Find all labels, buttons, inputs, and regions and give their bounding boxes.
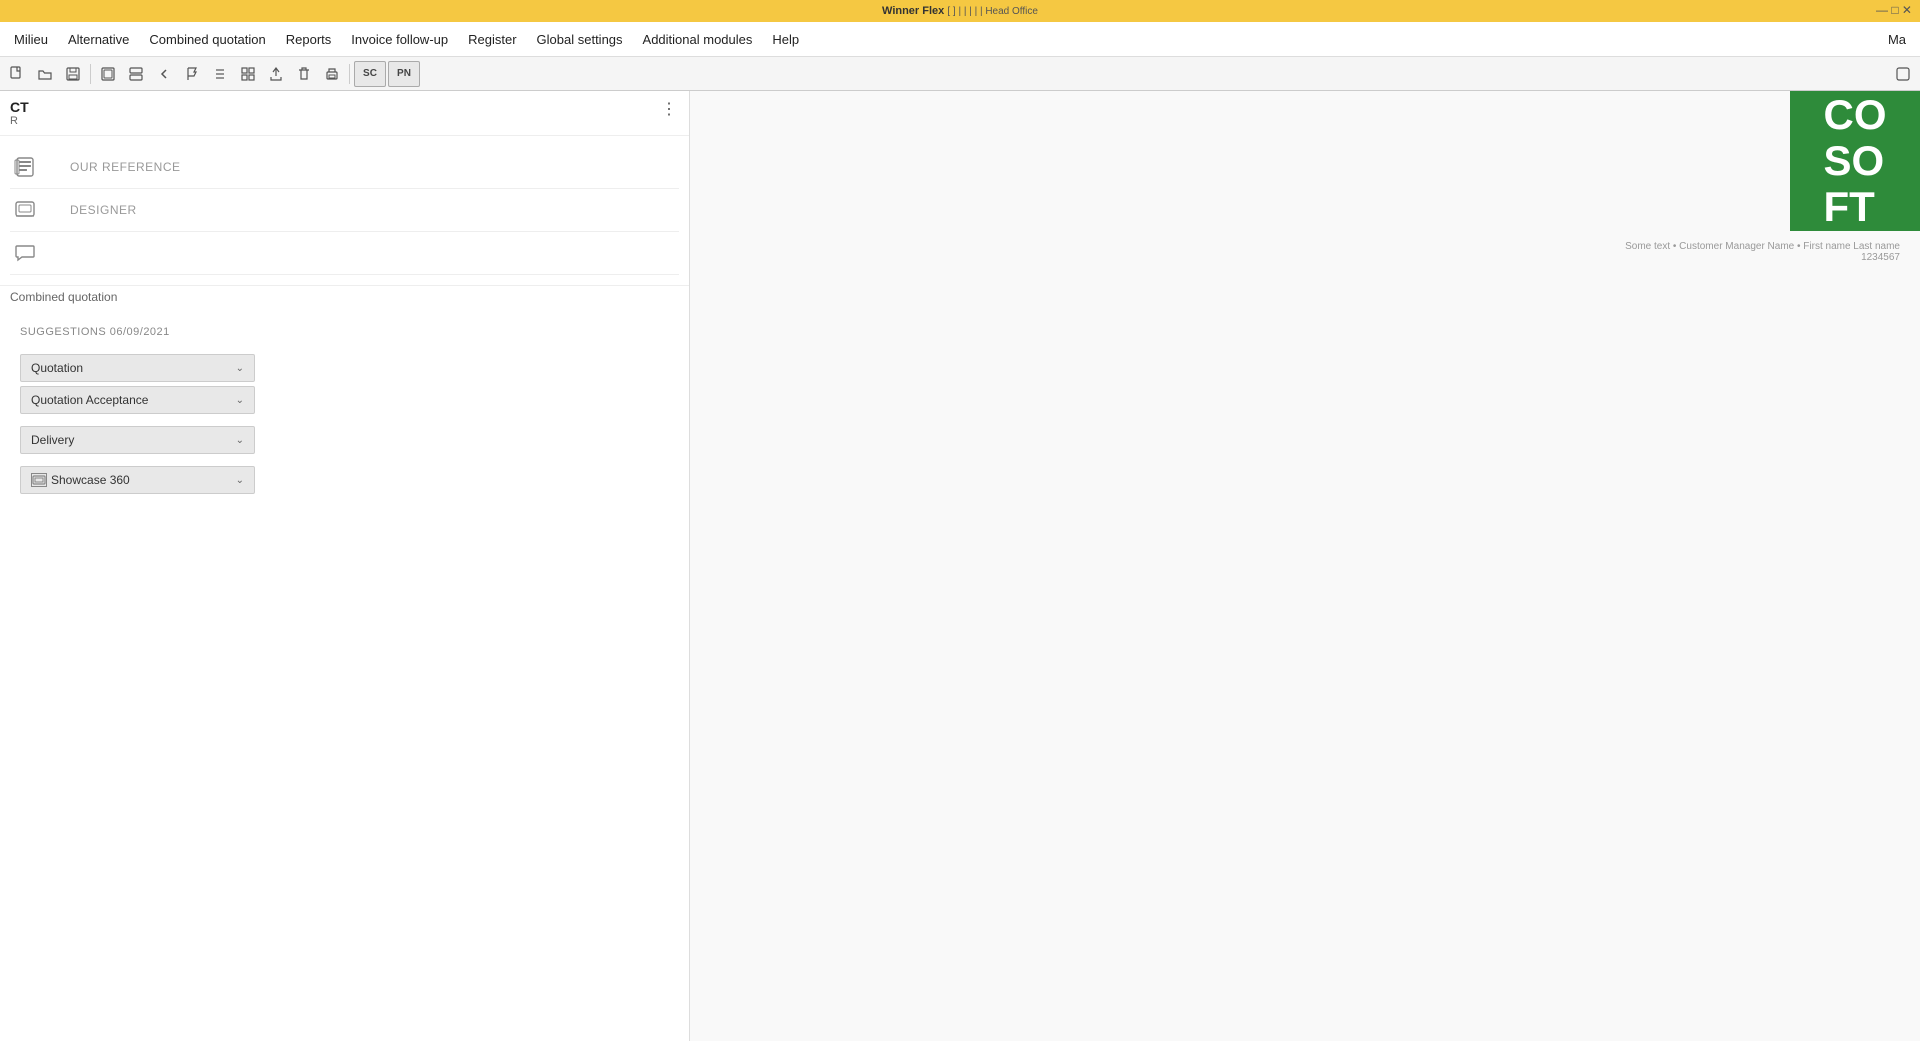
delivery-chevron: ⌄ (236, 435, 244, 446)
toolbar-sc[interactable]: SC (354, 61, 386, 87)
logo-block: CO SO FT (1790, 91, 1920, 231)
right-panel: CO SO FT Some text • Customer Manager Na… (690, 91, 1920, 1041)
toolbar-flag[interactable] (179, 61, 205, 87)
toolbar-btn-b[interactable] (123, 61, 149, 87)
form-divider-3 (10, 274, 679, 275)
ct-sub: R (10, 115, 653, 127)
showcase-icon-left (31, 473, 47, 487)
quotation-chevron: ⌄ (236, 363, 244, 374)
reference-label: OUR REFERENCE (70, 160, 181, 174)
combined-quotation-label: Combined quotation (0, 285, 689, 308)
toolbar-btn-a[interactable] (95, 61, 121, 87)
toolbar-trash[interactable] (291, 61, 317, 87)
designer-icon (10, 195, 40, 225)
menu-register[interactable]: Register (458, 28, 526, 51)
toolbar-sep-2 (349, 64, 350, 84)
form-row-reference: OUR REFERENCE (0, 146, 689, 188)
menu-ma[interactable]: Ma (1878, 28, 1916, 51)
quotation-dropdown[interactable]: Quotation ⌄ (20, 354, 255, 382)
toolbar-sep-1 (90, 64, 91, 84)
showcase-chevron: ⌄ (236, 475, 244, 486)
suggestions-header: SUGGESTIONS 06/09/2021 (20, 326, 669, 338)
toolbar-list[interactable] (207, 61, 233, 87)
menu-reports[interactable]: Reports (276, 28, 342, 51)
reference-icon (10, 152, 40, 182)
dropdown-row-acceptance: Quotation Acceptance ⌄ (20, 386, 669, 414)
showcase-label: Showcase 360 (51, 473, 130, 487)
toolbar-pn[interactable]: PN (388, 61, 420, 87)
quotation-acceptance-dropdown[interactable]: Quotation Acceptance ⌄ (20, 386, 255, 414)
dropdown-row-quotation: Quotation ⌄ (20, 354, 669, 382)
toolbar: SC PN (0, 57, 1920, 91)
ct-header: CT R ⋮ (0, 91, 689, 136)
address-area: Some text • Customer Manager Name • Firs… (1625, 241, 1900, 263)
address-line2: 1234567 (1625, 252, 1900, 263)
title-bar: Winner Flex [ ] | | | | | Head Office — … (0, 0, 1920, 22)
toolbar-export[interactable] (263, 61, 289, 87)
menu-global-settings[interactable]: Global settings (527, 28, 633, 51)
window-controls[interactable]: — □ ✕ (1876, 3, 1912, 17)
menu-help[interactable]: Help (762, 28, 809, 51)
toolbar-new[interactable] (4, 61, 30, 87)
menu-alternative[interactable]: Alternative (58, 28, 139, 51)
toolbar-save[interactable] (60, 61, 86, 87)
toolbar-grid[interactable] (235, 61, 261, 87)
three-dot-menu[interactable]: ⋮ (657, 97, 681, 121)
toolbar-back[interactable] (151, 61, 177, 87)
toolbar-print[interactable] (319, 61, 345, 87)
toolbar-open[interactable] (32, 61, 58, 87)
quotation-acceptance-chevron: ⌄ (236, 395, 244, 406)
form-row-message (0, 232, 689, 274)
dropdown-row-showcase: Showcase 360 ⌄ (20, 466, 669, 494)
dropdown-row-delivery: Delivery ⌄ (20, 426, 669, 454)
address-line1: Some text • Customer Manager Name • Firs… (1625, 241, 1900, 252)
app-title: Winner Flex (882, 5, 944, 17)
quotation-acceptance-label: Quotation Acceptance (31, 393, 148, 407)
quotation-label: Quotation (31, 361, 83, 375)
menu-bar: Milieu Alternative Combined quotation Re… (0, 22, 1920, 57)
delivery-label: Delivery (31, 433, 74, 447)
form-row-designer: DESIGNER (0, 189, 689, 231)
toolbar-close-small[interactable] (1890, 61, 1916, 87)
form-area: OUR REFERENCE DESIGNER (0, 136, 689, 285)
title-details: [ ] | | | | | Head Office (947, 6, 1038, 17)
left-panel: CT R ⋮ OUR REFERENCE DESIGNER (0, 91, 690, 1041)
designer-label: DESIGNER (70, 203, 137, 217)
showcase-dropdown[interactable]: Showcase 360 ⌄ (20, 466, 255, 494)
menu-combined-quotation[interactable]: Combined quotation (139, 28, 275, 51)
delivery-dropdown[interactable]: Delivery ⌄ (20, 426, 255, 454)
menu-invoice-follow-up[interactable]: Invoice follow-up (341, 28, 458, 51)
logo-text: CO SO FT (1816, 91, 1895, 231)
menu-additional-modules[interactable]: Additional modules (633, 28, 763, 51)
message-icon (10, 238, 40, 268)
combined-quotation-text: Combined quotation (10, 290, 117, 304)
main-content: CT R ⋮ OUR REFERENCE DESIGNER (0, 91, 1920, 1041)
suggestions-area: SUGGESTIONS 06/09/2021 Quotation ⌄ Quota… (0, 316, 689, 508)
menu-milieu[interactable]: Milieu (4, 28, 58, 51)
ct-title: CT (10, 99, 653, 115)
